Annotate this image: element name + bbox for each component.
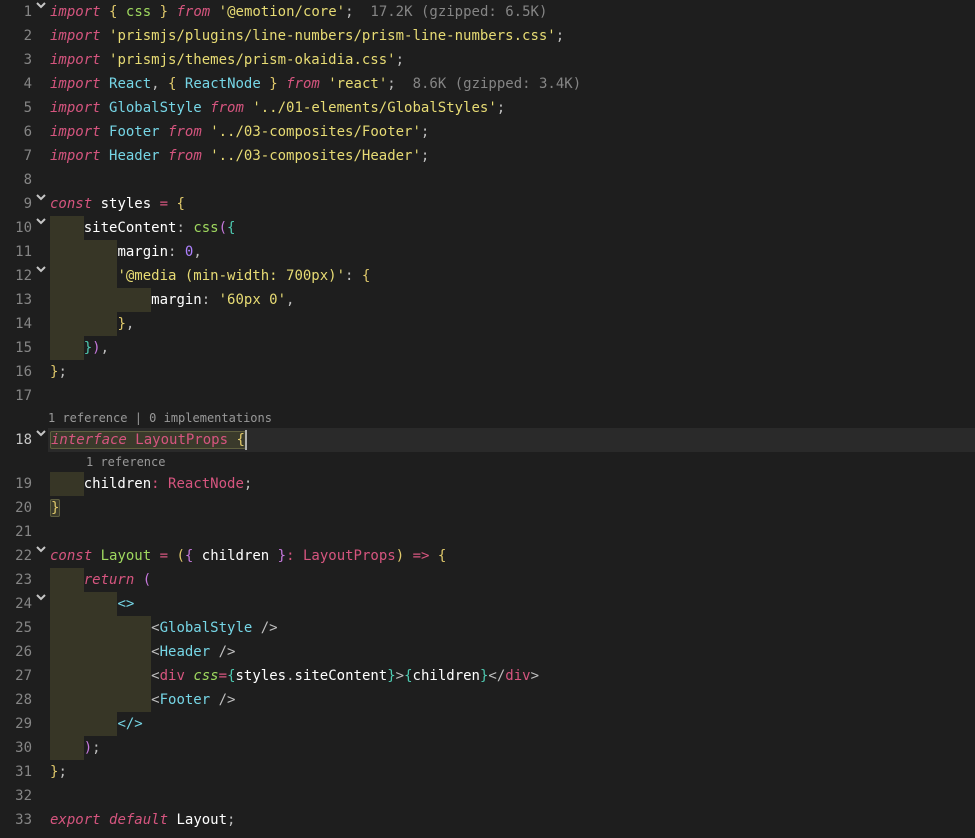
code-line[interactable]: 14 }, bbox=[0, 312, 975, 336]
line-number: 27 bbox=[0, 664, 34, 688]
line-number: 5 bbox=[0, 96, 34, 120]
line-number: 8 bbox=[0, 168, 34, 192]
fold-icon[interactable] bbox=[34, 0, 48, 10]
line-number: 18 bbox=[0, 428, 34, 452]
code-line[interactable]: 20 } bbox=[0, 496, 975, 520]
code-line[interactable]: 32 bbox=[0, 784, 975, 808]
line-number: 16 bbox=[0, 360, 34, 384]
line-number: 3 bbox=[0, 48, 34, 72]
line-number: 19 bbox=[0, 472, 34, 496]
line-number: 12 bbox=[0, 264, 34, 288]
code-line[interactable]: 27 <div css={styles.siteContent}>{childr… bbox=[0, 664, 975, 688]
code-line[interactable]: 31 }; bbox=[0, 760, 975, 784]
bundle-size-hint: 8.6K (gzipped: 3.4K) bbox=[413, 76, 582, 92]
line-number: 22 bbox=[0, 544, 34, 568]
code-line[interactable]: 22 const Layout = ({ children }: LayoutP… bbox=[0, 544, 975, 568]
code-line[interactable]: 29 </> bbox=[0, 712, 975, 736]
code-line[interactable]: 23 return ( bbox=[0, 568, 975, 592]
code-line[interactable]: 1 import { css } from '@emotion/core'; 1… bbox=[0, 0, 975, 24]
line-number: 28 bbox=[0, 688, 34, 712]
code-line[interactable]: 25 <GlobalStyle /> bbox=[0, 616, 975, 640]
code-line[interactable]: 33 export default Layout; bbox=[0, 808, 975, 832]
code-line[interactable]: 3 import 'prismjs/themes/prism-okaidia.c… bbox=[0, 48, 975, 72]
code-line[interactable]: 19 children: ReactNode; bbox=[0, 472, 975, 496]
code-line[interactable]: 10 siteContent: css({ bbox=[0, 216, 975, 240]
line-number: 7 bbox=[0, 144, 34, 168]
line-number: 26 bbox=[0, 640, 34, 664]
code-line[interactable]: 7 import Header from '../03-composites/H… bbox=[0, 144, 975, 168]
code-line[interactable]: 30 ); bbox=[0, 736, 975, 760]
line-number: 2 bbox=[0, 24, 34, 48]
code-line[interactable]: 6 import Footer from '../03-composites/F… bbox=[0, 120, 975, 144]
code-line[interactable]: 16 }; bbox=[0, 360, 975, 384]
code-line[interactable]: 13 margin: '60px 0', bbox=[0, 288, 975, 312]
fold-icon[interactable] bbox=[34, 592, 48, 602]
line-number: 32 bbox=[0, 784, 34, 808]
codelens[interactable]: 1 reference | 0 implementations bbox=[0, 408, 975, 428]
code-line[interactable]: 24 <> bbox=[0, 592, 975, 616]
line-number: 20 bbox=[0, 496, 34, 520]
fold-icon[interactable] bbox=[34, 216, 48, 226]
line-number: 15 bbox=[0, 336, 34, 360]
line-number: 17 bbox=[0, 384, 34, 408]
line-number: 23 bbox=[0, 568, 34, 592]
code-line[interactable]: 12 '@media (min-width: 700px)': { bbox=[0, 264, 975, 288]
fold-icon[interactable] bbox=[34, 544, 48, 554]
code-line[interactable]: 9 const styles = { bbox=[0, 192, 975, 216]
fold-icon[interactable] bbox=[34, 264, 48, 274]
code-line[interactable]: 8 bbox=[0, 168, 975, 192]
line-number: 21 bbox=[0, 520, 34, 544]
line-number: 33 bbox=[0, 808, 34, 832]
fold-icon[interactable] bbox=[34, 428, 48, 438]
line-number: 11 bbox=[0, 240, 34, 264]
code-line[interactable]: 26 <Header /> bbox=[0, 640, 975, 664]
code-content[interactable]: import { css } from '@emotion/core'; 17.… bbox=[48, 0, 975, 24]
code-line[interactable]: 4 import React, { ReactNode } from 'reac… bbox=[0, 72, 975, 96]
code-line[interactable]: 2 import 'prismjs/plugins/line-numbers/p… bbox=[0, 24, 975, 48]
code-line[interactable]: 15 }), bbox=[0, 336, 975, 360]
line-number: 4 bbox=[0, 72, 34, 96]
code-line[interactable]: 21 bbox=[0, 520, 975, 544]
line-number: 14 bbox=[0, 312, 34, 336]
line-number: 31 bbox=[0, 760, 34, 784]
code-line[interactable]: 17 bbox=[0, 384, 975, 408]
line-number: 25 bbox=[0, 616, 34, 640]
code-editor[interactable]: 1 import { css } from '@emotion/core'; 1… bbox=[0, 0, 975, 832]
line-number: 29 bbox=[0, 712, 34, 736]
line-number: 6 bbox=[0, 120, 34, 144]
line-number: 10 bbox=[0, 216, 34, 240]
line-number: 30 bbox=[0, 736, 34, 760]
line-number: 24 bbox=[0, 592, 34, 616]
code-line[interactable]: 11 margin: 0, bbox=[0, 240, 975, 264]
line-number: 9 bbox=[0, 192, 34, 216]
codelens[interactable]: 1 reference bbox=[0, 452, 975, 472]
code-line[interactable]: 5 import GlobalStyle from '../01-element… bbox=[0, 96, 975, 120]
code-line[interactable]: 18 interface LayoutProps { bbox=[0, 428, 975, 452]
text-cursor bbox=[245, 430, 247, 450]
bundle-size-hint: 17.2K (gzipped: 6.5K) bbox=[370, 4, 547, 20]
code-line[interactable]: 28 <Footer /> bbox=[0, 688, 975, 712]
line-number: 13 bbox=[0, 288, 34, 312]
fold-icon[interactable] bbox=[34, 192, 48, 202]
line-number: 1 bbox=[0, 0, 34, 24]
